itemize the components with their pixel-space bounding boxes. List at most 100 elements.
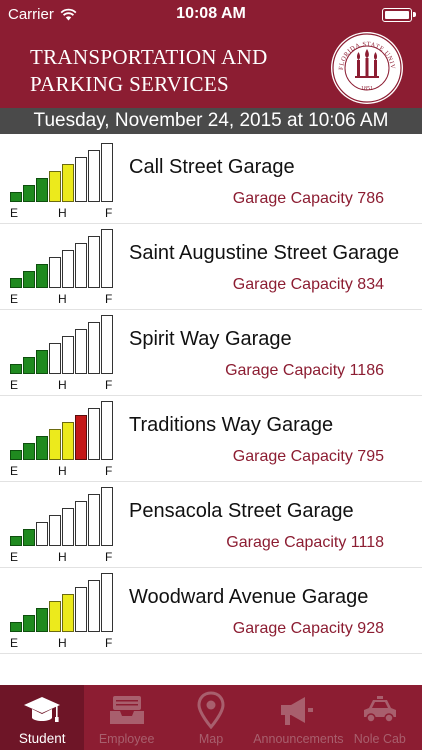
meter-bar [62,508,74,546]
meter-bar [49,429,61,460]
garage-name: Call Street Garage [129,156,295,178]
meter-bar [36,264,48,288]
meter-bar [10,364,22,374]
meter-bar [75,501,87,546]
meter-bar [88,494,100,546]
meter-bar [36,522,48,546]
meter-label-full: F [105,378,113,392]
occupancy-meter: EHF [10,143,116,220]
tab-announcements[interactable]: Announcements [253,685,344,750]
clock-time: 10:08 AM [176,5,246,22]
meter-label-half: H [58,378,67,392]
garage-name: Pensacola Street Garage [129,500,354,522]
meter-bar [23,443,35,460]
inbox-tray-icon [107,691,147,729]
garage-capacity: Garage Capacity 795 [232,448,384,465]
tab-employee[interactable]: Employee [84,685,168,750]
meter-bar [75,587,87,632]
tab-label: Nole Cab [353,732,406,746]
meter-label-half: H [58,550,67,564]
meter-bar [88,236,100,288]
garage-name: Woodward Avenue Garage [129,586,369,608]
meter-bar [49,343,61,374]
graduation-cap-icon [22,691,62,729]
meter-label-empty: E [10,550,19,564]
garage-list: E H F Call Street Garage Garage Capacity 786… [0,138,422,654]
tab-label: Student [18,731,66,746]
garage-capacity: Garage Capacity 928 [232,620,384,637]
garage-row[interactable]: E H F Pensacola Street Garage Garage Capacit… [0,482,422,568]
tab-student[interactable]: Student [0,685,85,750]
meter-bar [36,436,48,460]
garage-row[interactable]: E H F Call Street Garage Garage Capacity 786 [0,138,422,224]
meter-bar [101,487,113,546]
garage-capacity: Garage Capacity 786 [232,190,384,207]
garage-row[interactable]: E H F Saint Augustine Street Garage Garage C… [0,224,422,310]
meter-bar [88,580,100,632]
university-seal-logo: FLORIDA STATE UNIVERSITY 1851 [329,30,403,104]
meter-label-empty: E [10,464,19,478]
garage-name: Saint Augustine Street Garage [129,242,400,264]
meter-bar [62,250,74,288]
garage-capacity: Garage Capacity 834 [232,276,384,293]
seal-year: 1851 [361,86,373,92]
meter-label-full: F [105,636,113,650]
meter-bar [101,315,113,374]
garage-name: Spirit Way Garage [129,328,292,350]
status-bar: Carrier 10:08 AM [0,0,422,30]
meter-label-full: F [105,550,113,564]
occupancy-meter: EHF [10,229,116,306]
meter-label-empty: E [10,292,19,306]
meter-bar [88,408,100,460]
last-updated-bar: Tuesday, November 24, 2015 at 10:06 AM [0,108,422,134]
meter-label-empty: E [10,378,19,392]
tab-label: Announcements [253,732,344,746]
meter-bar [88,150,100,202]
meter-bar [23,615,35,632]
meter-label-half: H [58,206,67,220]
garage-row[interactable]: E H F Spirit Way Garage Garage Capacity 1186 [0,310,422,396]
garage-row[interactable]: E H F Woodward Avenue Garage Garage Capacity… [0,568,422,654]
meter-bar [23,357,35,374]
meter-bar [10,622,22,632]
meter-label-full: F [105,464,113,478]
meter-bar [49,257,61,288]
meter-label-empty: E [10,206,19,220]
tab-map[interactable]: Map [169,685,253,750]
meter-bar [101,573,113,632]
garage-row[interactable]: E H F Traditions Way Garage Garage Capacity … [0,396,422,482]
page-title: TRANSPORTATION AND PARKING SERVICES [30,45,268,96]
garage-capacity: Garage Capacity 1118 [226,534,384,551]
meter-bar [10,278,22,288]
occupancy-meter: EHF [10,315,116,392]
meter-bar [101,143,113,202]
tab-label: Employee [98,732,155,746]
meter-bar [23,271,35,288]
garage-name: Traditions Way Garage [129,414,334,436]
megaphone-icon [275,691,315,729]
meter-bar [75,415,87,460]
app-header: TRANSPORTATION AND PARKING SERVICES FLOR… [0,30,422,108]
meter-label-empty: E [10,636,19,650]
meter-label-half: H [58,636,67,650]
meter-bar [62,422,74,460]
meter-bar [62,336,74,374]
meter-bar [36,178,48,202]
tab-nole-cab[interactable]: Nole Cab [338,685,422,750]
meter-bar [75,243,87,288]
meter-bar [10,450,22,460]
garage-capacity: Garage Capacity 1186 [225,362,384,379]
occupancy-meter: EHF [10,487,116,564]
meter-bar [10,536,22,546]
meter-bar [36,350,48,374]
meter-bar [88,322,100,374]
occupancy-meter: EHF [10,573,116,650]
battery-icon [382,8,416,22]
meter-bar [75,157,87,202]
meter-bar [49,601,61,632]
tab-label: Map [198,732,224,746]
car-icon [360,691,400,729]
meter-bar [23,185,35,202]
meter-label-half: H [58,464,67,478]
meter-bar [49,171,61,202]
